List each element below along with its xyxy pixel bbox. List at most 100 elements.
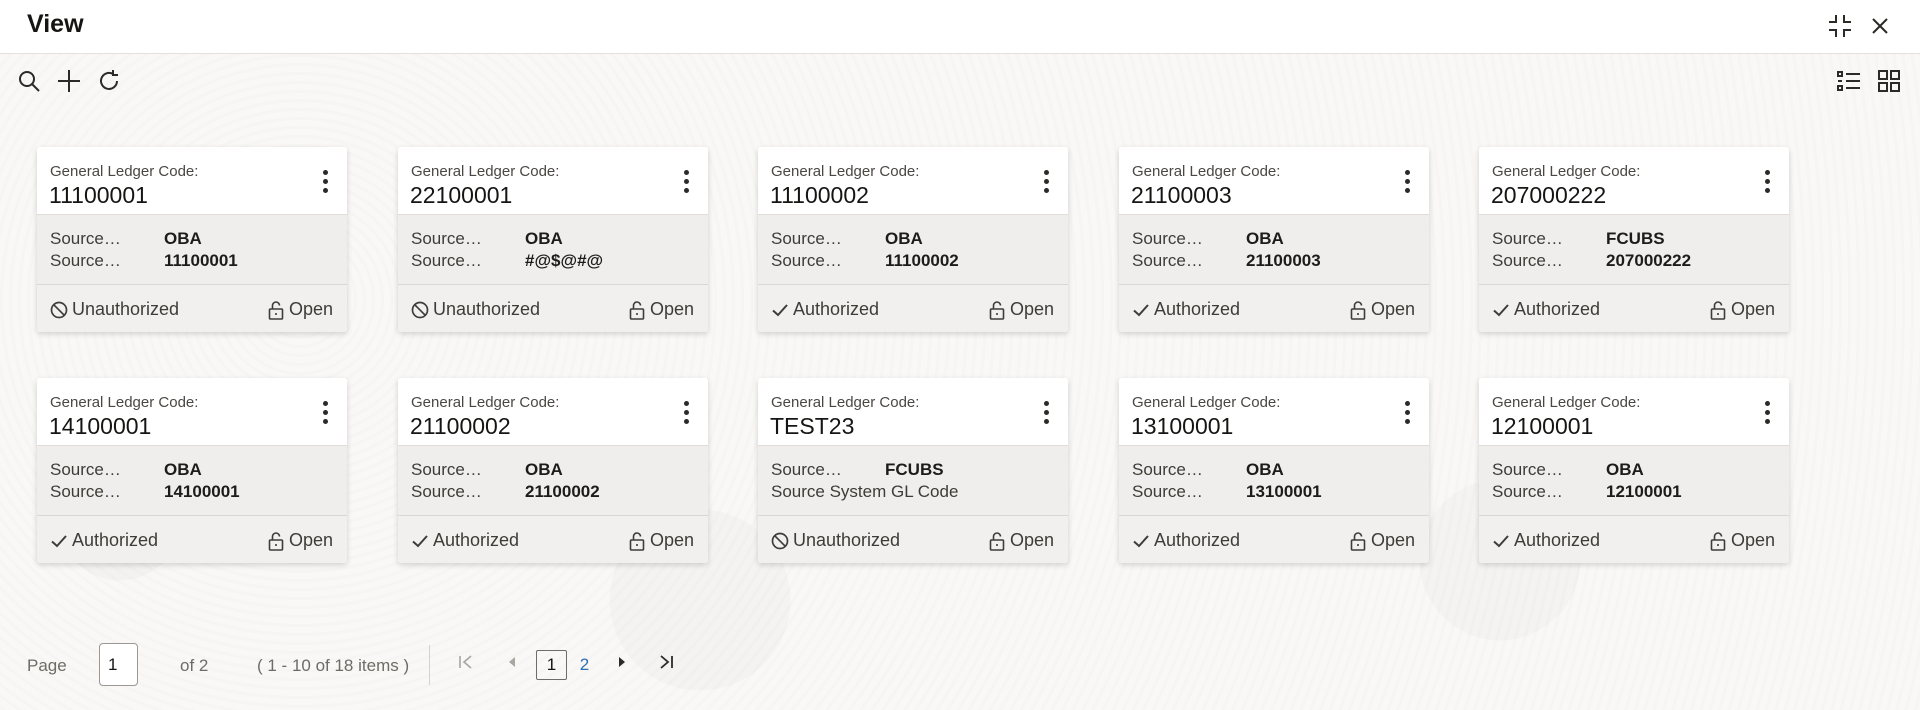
card-header: General Ledger Code: TEST23: [758, 378, 1068, 446]
record-status-open[interactable]: Open: [989, 299, 1054, 320]
collapse-button[interactable]: [1824, 10, 1856, 42]
items-range-label: ( 1 - 10 of 18 items ): [257, 656, 410, 675]
open-text: Open: [1730, 530, 1775, 550]
gl-code-label: General Ledger Code:: [771, 163, 920, 180]
kebab-dot: [322, 400, 328, 406]
kebab-dot: [1043, 187, 1049, 193]
source-field-2-value: 11100001: [164, 251, 238, 270]
status-text: Unauthorized: [433, 299, 541, 319]
more-options-button[interactable]: [1755, 165, 1779, 197]
kebab-dot: [1404, 400, 1410, 406]
blocked-icon: [50, 301, 68, 319]
check-icon: [50, 532, 68, 550]
status-text: Authorized: [1154, 530, 1241, 550]
more-options-button[interactable]: [1395, 165, 1419, 197]
gl-card[interactable]: General Ledger Code: 14100001 Source… OBA So…: [37, 378, 347, 563]
more-options-button[interactable]: [674, 396, 698, 428]
first-page-button[interactable]: [450, 648, 482, 680]
refresh-button[interactable]: [92, 66, 126, 100]
gl-card[interactable]: General Ledger Code: 11100001 Source… OBA So…: [37, 147, 347, 332]
card-details: Source… OBA Source… 14100001: [37, 446, 347, 516]
source-field-1-value: FCUBS: [885, 460, 944, 479]
more-options-button[interactable]: [313, 165, 337, 197]
gl-code-label: General Ledger Code:: [411, 163, 560, 180]
record-status-open[interactable]: Open: [268, 530, 333, 551]
open-text: Open: [1370, 530, 1415, 550]
record-status-open[interactable]: Open: [1710, 299, 1775, 320]
last-page-button[interactable]: [650, 648, 682, 680]
gl-code-label: General Ledger Code:: [1492, 163, 1641, 180]
status-badge: Authorized: [771, 299, 879, 320]
list-view-button[interactable]: [1832, 66, 1866, 100]
card-footer: Authorized Open: [37, 516, 347, 563]
more-options-button[interactable]: [1395, 396, 1419, 428]
next-page-button[interactable]: [606, 648, 638, 680]
kebab-dot: [683, 169, 689, 175]
first-page-icon: [457, 653, 475, 676]
kebab-dot: [1043, 400, 1049, 406]
source-field-1-label: Source…: [1132, 229, 1203, 248]
status-badge: Authorized: [1492, 530, 1600, 551]
card-header: General Ledger Code: 14100001: [37, 378, 347, 446]
gl-card[interactable]: General Ledger Code: 21100003 Source… OBA So…: [1119, 147, 1429, 332]
source-field-2-label: Source…: [411, 251, 482, 270]
record-status-open[interactable]: Open: [1710, 530, 1775, 551]
record-status-open[interactable]: Open: [1350, 530, 1415, 551]
more-options-button[interactable]: [1755, 396, 1779, 428]
kebab-dot: [1043, 409, 1049, 415]
more-options-button[interactable]: [1034, 396, 1058, 428]
card-details: Source… OBA Source… 21100003: [1119, 215, 1429, 285]
source-field-1-label: Source…: [50, 229, 121, 248]
record-status-open[interactable]: Open: [1350, 299, 1415, 320]
more-options-button[interactable]: [674, 165, 698, 197]
page-button-2[interactable]: 2: [569, 650, 600, 680]
gl-code-label: General Ledger Code:: [771, 394, 920, 411]
kebab-dot: [1764, 400, 1770, 406]
gl-card[interactable]: General Ledger Code: 13100001 Source… OBA So…: [1119, 378, 1429, 563]
gl-code-label: General Ledger Code:: [1132, 163, 1281, 180]
kebab-dot: [322, 178, 328, 184]
gl-card[interactable]: General Ledger Code: 11100002 Source… OBA So…: [758, 147, 1068, 332]
record-status-open[interactable]: Open: [268, 299, 333, 320]
gl-card[interactable]: General Ledger Code: 21100002 Source… OBA So…: [398, 378, 708, 563]
kebab-dot: [683, 400, 689, 406]
source-field-2-value: 207000222: [1606, 251, 1692, 270]
open-text: Open: [649, 530, 694, 550]
more-options-button[interactable]: [313, 396, 337, 428]
unlock-icon: [1350, 531, 1366, 551]
grid-view-icon: [1877, 69, 1901, 98]
unlock-icon: [629, 300, 645, 320]
list-view-icon: [1836, 69, 1862, 98]
status-badge: Unauthorized: [50, 299, 179, 320]
page-number-input[interactable]: [99, 643, 138, 686]
add-button[interactable]: [52, 66, 86, 100]
card-header: General Ledger Code: 22100001: [398, 147, 708, 215]
grid-view-button[interactable]: [1872, 66, 1906, 100]
source-field-1-value: OBA: [525, 229, 563, 248]
kebab-dot: [683, 178, 689, 184]
unlock-icon: [1350, 300, 1366, 320]
search-icon: [17, 69, 41, 98]
record-status-open[interactable]: Open: [629, 299, 694, 320]
gl-card[interactable]: General Ledger Code: 12100001 Source… OBA So…: [1479, 378, 1789, 563]
last-page-icon: [657, 653, 675, 676]
window-header: View: [0, 0, 1920, 54]
gl-code-label: General Ledger Code:: [411, 394, 560, 411]
search-button[interactable]: [12, 66, 46, 100]
source-field-2-value: 12100001: [1606, 482, 1682, 501]
card-header: General Ledger Code: 21100002: [398, 378, 708, 446]
status-text: Authorized: [793, 299, 880, 319]
gl-card[interactable]: General Ledger Code: 207000222 Source… FCUB…: [1479, 147, 1789, 332]
record-status-open[interactable]: Open: [629, 530, 694, 551]
source-field-2-full: Source System GL Code: [771, 482, 959, 501]
card-header: General Ledger Code: 207000222: [1479, 147, 1789, 215]
previous-page-button[interactable]: [496, 648, 528, 680]
gl-code-value: 207000222: [1491, 182, 1607, 208]
close-button[interactable]: [1864, 10, 1896, 42]
card-header: General Ledger Code: 21100003: [1119, 147, 1429, 215]
gl-card[interactable]: General Ledger Code: 22100001 Source… OBA So…: [398, 147, 708, 332]
record-status-open[interactable]: Open: [989, 530, 1054, 551]
gl-card[interactable]: General Ledger Code: TEST23 Source… FCUBS So…: [758, 378, 1068, 563]
page-button-1[interactable]: 1: [536, 650, 567, 680]
more-options-button[interactable]: [1034, 165, 1058, 197]
